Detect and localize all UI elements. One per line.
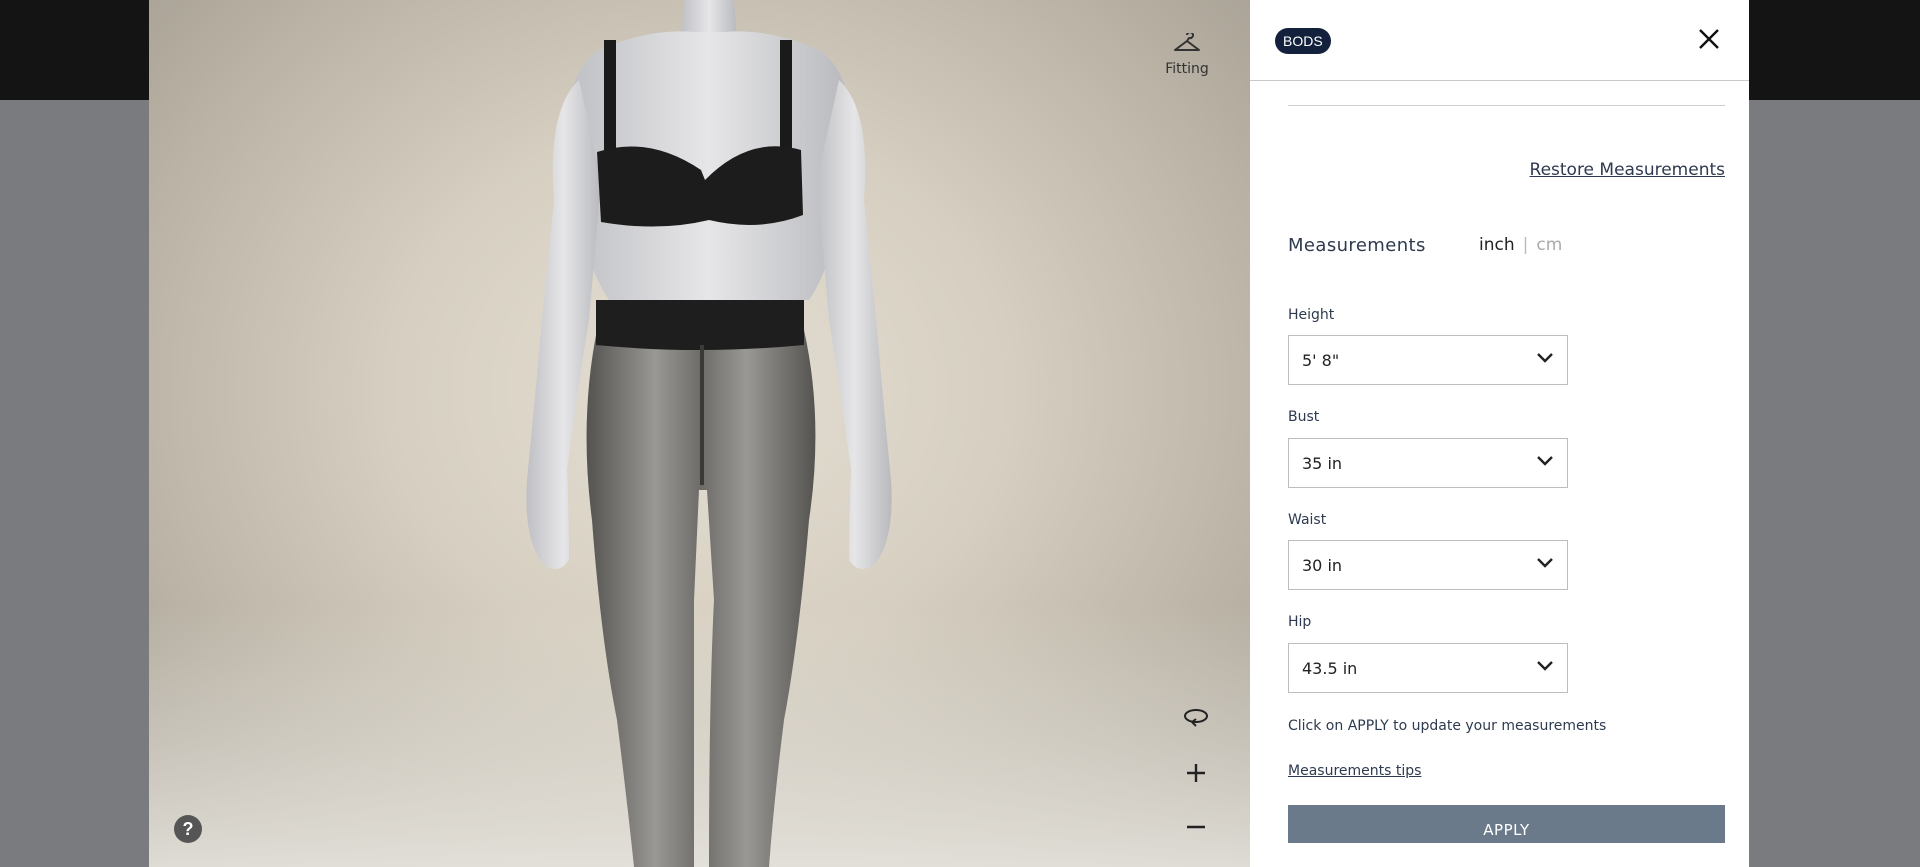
close-icon	[1698, 28, 1720, 55]
measurements-tips-link[interactable]: Measurements tips	[1288, 763, 1421, 779]
zoom-out-button[interactable]	[1178, 811, 1214, 847]
hip-value: 43.5 in	[1302, 658, 1358, 678]
unit-toggle: inch | cm	[1479, 235, 1562, 255]
apply-button-label: APPLY	[1483, 821, 1530, 839]
bust-value: 35 in	[1302, 453, 1343, 473]
bust-select[interactable]: 35 in	[1288, 438, 1568, 488]
restore-measurements-link[interactable]: Restore Measurements	[1530, 160, 1725, 180]
divider	[1288, 105, 1725, 106]
fitting-label: Fitting	[1165, 61, 1209, 77]
page-overlay-right	[1749, 100, 1920, 867]
unit-separator: |	[1522, 235, 1529, 255]
unit-inch-option[interactable]: inch	[1479, 235, 1515, 255]
apply-button[interactable]: APPLY	[1288, 805, 1725, 843]
avatar-model	[526, 0, 892, 867]
hanger-icon	[1152, 33, 1222, 55]
height-label: Height	[1288, 307, 1335, 323]
chevron-down-icon	[1536, 351, 1554, 369]
close-button[interactable]	[1692, 24, 1726, 58]
hip-label: Hip	[1288, 614, 1312, 630]
zoom-in-button[interactable]	[1178, 757, 1214, 793]
zoom-in-icon	[1185, 762, 1207, 789]
bust-label: Bust	[1288, 409, 1320, 425]
waist-label: Waist	[1288, 512, 1327, 528]
help-label: ?	[182, 818, 194, 839]
unit-cm-option[interactable]: cm	[1536, 235, 1562, 255]
measurements-panel: BODS Restore Measurements Measurements i…	[1250, 0, 1749, 867]
waist-value: 30 in	[1302, 555, 1343, 575]
fitting-button[interactable]: Fitting	[1152, 33, 1222, 88]
chevron-down-icon	[1536, 556, 1554, 574]
panel-header: BODS	[1250, 0, 1749, 81]
hip-select[interactable]: 43.5 in	[1288, 643, 1568, 693]
measurements-title: Measurements	[1288, 235, 1426, 256]
avatar-viewer[interactable]: Fitting ?	[149, 0, 1250, 867]
height-value: 5' 8"	[1302, 350, 1340, 370]
height-select[interactable]: 5' 8"	[1288, 335, 1568, 385]
rotate-button[interactable]	[1178, 702, 1214, 738]
rotate-icon	[1182, 707, 1210, 734]
page-overlay-left	[0, 100, 149, 867]
chevron-down-icon	[1536, 659, 1554, 677]
help-icon[interactable]: ?	[174, 815, 202, 843]
waist-select[interactable]: 30 in	[1288, 540, 1568, 590]
chevron-down-icon	[1536, 454, 1554, 472]
brand-badge: BODS	[1275, 28, 1331, 54]
zoom-out-icon	[1185, 816, 1207, 843]
apply-hint: Click on APPLY to update your measuremen…	[1288, 718, 1607, 734]
